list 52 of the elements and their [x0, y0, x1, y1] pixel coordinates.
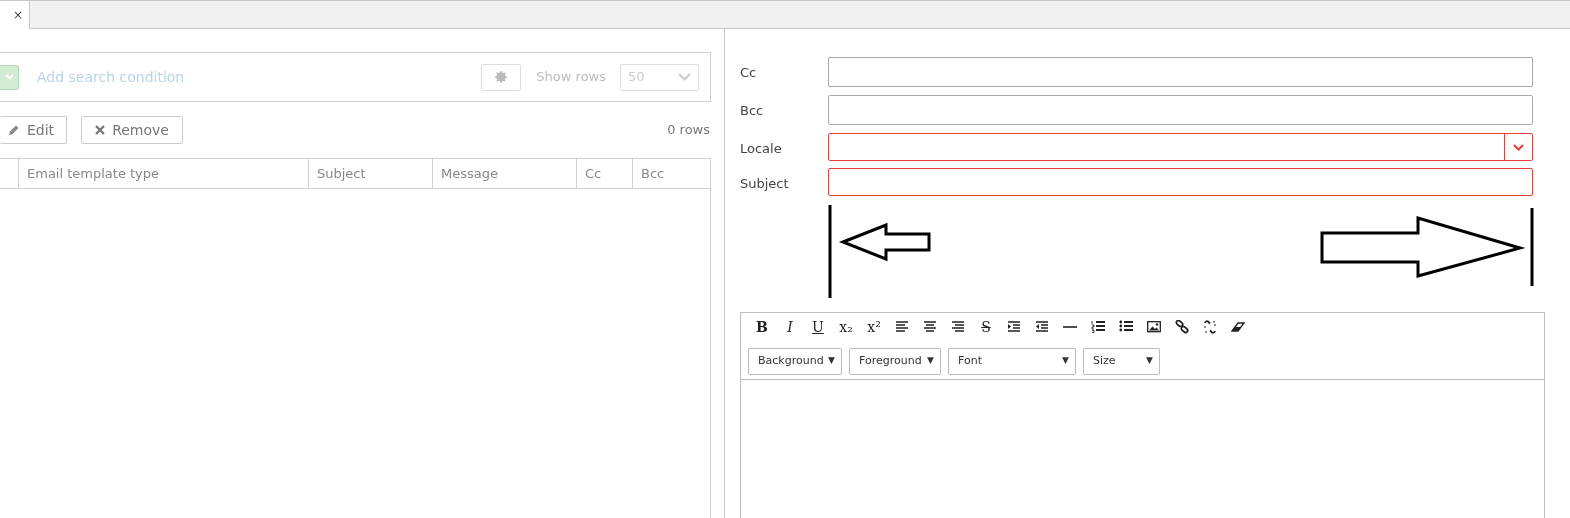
chevron-icon [4, 74, 14, 80]
unlink-icon [1203, 320, 1217, 334]
link-icon [1175, 320, 1189, 334]
select-field[interactable] [828, 133, 1533, 161]
close-icon[interactable]: × [12, 6, 23, 24]
align-right-icon [951, 320, 965, 334]
row-count: 0 rows [667, 121, 711, 140]
show-rows-label: Show rows [536, 68, 606, 87]
ordered-list-icon [1091, 320, 1105, 334]
toolbar-button[interactable]: S [974, 316, 998, 338]
image-icon [1147, 320, 1161, 334]
edit-button[interactable]: Edit [0, 116, 68, 144]
column-header[interactable]: Subject [309, 159, 433, 188]
settings-icon [495, 71, 508, 83]
field-label: Subject [740, 175, 790, 193]
field-label: Bcc [740, 102, 765, 120]
pencil-icon [8, 124, 20, 136]
close-icon [95, 125, 106, 135]
toolbar-button[interactable]: B [750, 316, 774, 338]
indent-icon [1007, 320, 1021, 334]
align-center-icon [923, 320, 937, 334]
caret-icon: ▼ [1062, 354, 1069, 368]
chevron-icon [1513, 143, 1524, 151]
tab[interactable]: × [0, 1, 30, 29]
toolbar-button[interactable]: x² [862, 316, 886, 338]
bullet-list-icon [1119, 320, 1133, 334]
editor[interactable]: B I U x₂ x² S Background ▼ Foreground ▼ Font ▼ Size ▼ [740, 312, 1545, 518]
toolbar-button[interactable]: I [778, 316, 802, 338]
eraser-icon [1231, 320, 1245, 334]
outdent-icon [1035, 320, 1049, 334]
horizontal-rule-icon [1063, 326, 1077, 328]
column-header[interactable]: Cc [577, 159, 633, 188]
toolbar-button[interactable]: U [806, 316, 830, 338]
column-header[interactable]: Bcc [633, 159, 710, 188]
caret-icon: ▼ [1146, 354, 1153, 368]
column-header[interactable]: Message [433, 159, 577, 188]
field-label: Locale [740, 140, 783, 158]
input-field[interactable] [828, 57, 1533, 87]
caret-icon: ▼ [828, 354, 835, 368]
dropdown[interactable]: Foreground ▼ [849, 347, 941, 375]
align-left-icon [895, 320, 909, 334]
dropdown[interactable]: Size ▼ [1083, 347, 1160, 375]
toolbar-button[interactable]: x₂ [834, 316, 858, 338]
input-field[interactable] [828, 168, 1533, 196]
column-header[interactable]: Email template type [19, 159, 309, 188]
dropdown[interactable]: Font ▼ [948, 347, 1076, 375]
chevron-icon [678, 73, 691, 81]
caret-icon: ▼ [927, 354, 934, 368]
dropdown[interactable]: Background ▼ [748, 347, 842, 375]
field-label: Cc [740, 64, 758, 82]
remove-button[interactable]: Remove [81, 116, 183, 144]
input-field[interactable] [828, 95, 1533, 125]
